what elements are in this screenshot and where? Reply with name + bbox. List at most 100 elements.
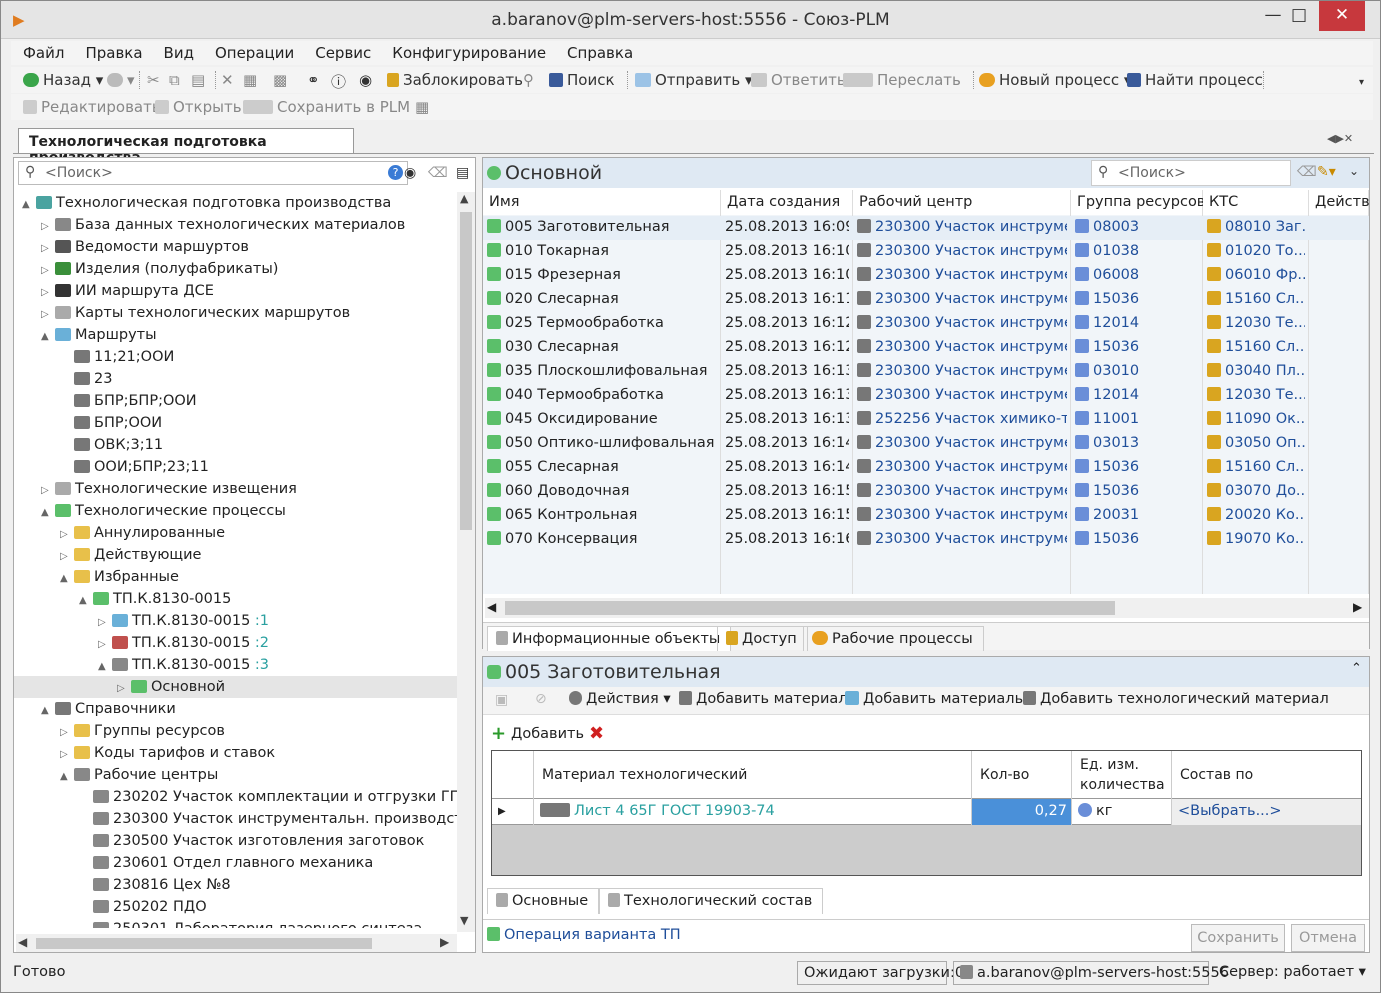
server-status-button[interactable]: Сервер: работает ▾	[1219, 964, 1366, 980]
open-button[interactable]: Открыть	[155, 98, 242, 116]
table-row[interactable]: 035 Плоскошлифовальная 25.08.2013 16:13..…	[483, 360, 1369, 384]
expand-arrow-icon[interactable]: ▲	[41, 700, 55, 722]
tree-node[interactable]: ▲ Избранные	[14, 566, 457, 588]
col-unit[interactable]: Ед. изм. количества	[1072, 751, 1172, 799]
column-header[interactable]: Группа ресурсов	[1071, 190, 1205, 215]
info-icon[interactable]: ⓘ	[331, 71, 346, 92]
tree-node[interactable]: ▷ ИИ маршрута ДСЕ	[14, 280, 457, 302]
tree-search-input[interactable]: ⚲ <Поиск> ?	[18, 161, 408, 185]
delete-icon[interactable]: ✕	[221, 71, 234, 89]
list-view-icon[interactable]: ▤	[456, 165, 469, 181]
pencil-menu-icon[interactable]: ✎▾	[1317, 164, 1336, 180]
add-materials-button[interactable]: Добавить материалы	[845, 691, 1026, 707]
expand-arrow-icon[interactable]: ▷	[60, 524, 74, 546]
col-composition[interactable]: Состав по	[1172, 751, 1361, 799]
tree-node[interactable]: ▷ Основной	[14, 676, 457, 698]
menu-help[interactable]: Справка	[555, 41, 642, 62]
eraser-icon[interactable]: ⌫	[1297, 164, 1317, 180]
tree-node[interactable]: 230601 Отдел главного механика	[14, 852, 457, 874]
expand-arrow-icon[interactable]: ▷	[98, 612, 112, 634]
tree-node[interactable]: 11;21;ООИ	[14, 346, 457, 368]
expand-arrow-icon[interactable]: ▷	[41, 260, 55, 282]
tree-node[interactable]: ▲ Технологические процессы	[14, 500, 457, 522]
tab-workflows[interactable]: Рабочие процессы	[803, 626, 984, 651]
tree-node[interactable]: ▷ Действующие	[14, 544, 457, 566]
paste-icon[interactable]: ▤	[191, 71, 205, 89]
composition-cell[interactable]: <Выбрать...>	[1172, 799, 1361, 825]
unit-cell[interactable]: кг	[1072, 799, 1172, 825]
tree-node[interactable]: ▲ Справочники	[14, 698, 457, 720]
export-icon[interactable]: ▦	[415, 98, 429, 116]
tab-tech-composition[interactable]: Технологический состав	[599, 888, 824, 914]
tree-node[interactable]: 230202 Участок комплектации и отгрузки Г…	[14, 786, 457, 808]
column-header[interactable]: Действу	[1309, 190, 1369, 215]
save-icon[interactable]: ▣	[495, 692, 508, 708]
tree-node[interactable]: ООИ;БПР;23;11	[14, 456, 457, 478]
tree-node[interactable]: ▷ Карты технологических маршрутов	[14, 302, 457, 324]
tree-node[interactable]: ОВК;3;11	[14, 434, 457, 456]
find-process-button[interactable]: Найти процесс	[1127, 71, 1263, 89]
binoculars-icon[interactable]: ◉	[404, 165, 416, 181]
tab-main[interactable]: Основные	[487, 888, 600, 914]
eraser-icon[interactable]: ⌫	[428, 165, 448, 181]
expand-arrow-icon[interactable]: ▲	[22, 194, 36, 216]
expand-arrow-icon[interactable]: ▲	[60, 568, 74, 590]
tree-node[interactable]: ▷ База данных технологических материалов	[14, 214, 457, 236]
tree-node[interactable]: ▷ Коды тарифов и ставок	[14, 742, 457, 764]
expand-arrow-icon[interactable]: ▲	[98, 656, 112, 678]
col-material[interactable]: Материал технологический	[534, 751, 972, 799]
forward-nav-button[interactable]: ▾	[107, 71, 135, 89]
collapse-up-icon[interactable]: ⌃	[1351, 661, 1362, 676]
menu-service[interactable]: Сервис	[303, 41, 380, 62]
grid-horizontal-scrollbar[interactable]: ◀ ▶	[485, 598, 1369, 618]
column-header[interactable]: КТС	[1203, 190, 1309, 215]
menu-file[interactable]: Файл	[11, 41, 73, 62]
menu-edit[interactable]: Правка	[73, 41, 151, 62]
close-button[interactable]: ✕	[1319, 1, 1365, 31]
expand-arrow-icon[interactable]: ▲	[60, 766, 74, 788]
tree-vertical-scrollbar[interactable]: ▲ ▼	[457, 192, 475, 932]
expand-arrow-icon[interactable]: ▷	[60, 722, 74, 744]
menu-view[interactable]: Вид	[152, 41, 203, 62]
tree-node[interactable]: 230300 Участок инструментальн. производс…	[14, 808, 457, 830]
table-row[interactable]: 060 Доводочная 25.08.2013 16:15... 230300 …	[483, 480, 1369, 504]
reply-button[interactable]: Ответить	[751, 71, 846, 89]
save-button[interactable]: Сохранить	[1191, 924, 1285, 952]
help-icon[interactable]: ?	[388, 165, 403, 180]
delete-icon[interactable]: ✖	[589, 723, 604, 744]
table-row[interactable]: 065 Контрольная 25.08.2013 16:15... 230300…	[483, 504, 1369, 528]
tree-node[interactable]: ▲ Технологическая подготовка производства	[14, 192, 457, 214]
back-button[interactable]: Назад ▾	[23, 71, 103, 89]
column-header[interactable]: Дата создания	[721, 190, 853, 215]
cancel-icon[interactable]: ⊘	[535, 691, 547, 707]
actions-button[interactable]: Действия ▾	[569, 691, 671, 707]
new-process-button[interactable]: Новый процесс ▾	[979, 71, 1131, 89]
search-button[interactable]: Поиск	[549, 71, 615, 89]
expand-arrow-icon[interactable]: ▲	[79, 590, 93, 612]
expand-arrow-icon[interactable]: ▷	[117, 678, 131, 700]
table-row[interactable]: 005 Заготовительная 25.08.2013 16:09... 23…	[483, 216, 1369, 240]
table-row[interactable]: 040 Термообработка 25.08.2013 16:13... 230…	[483, 384, 1369, 408]
table-row[interactable]: 070 Консервация 25.08.2013 16:16... 230300…	[483, 528, 1369, 552]
expand-arrow-icon[interactable]: ▷	[41, 216, 55, 238]
add-material-button[interactable]: Добавить материал	[679, 691, 848, 707]
edit-button[interactable]: Редактировать	[23, 98, 161, 116]
tab-info-objects[interactable]: Информационные объекты	[487, 626, 732, 651]
table-row[interactable]: 055 Слесарная 25.08.2013 16:14... 230300 У…	[483, 456, 1369, 480]
tree-node[interactable]: 230816 Цех №8	[14, 874, 457, 896]
send-button[interactable]: Отправить ▾	[635, 71, 753, 89]
tree-node[interactable]: ▷ ТП.К.8130-0015 :1	[14, 610, 457, 632]
history-icon[interactable]: ▩	[273, 71, 287, 89]
tree-node[interactable]: ▲ Маршруты	[14, 324, 457, 346]
expand-arrow-icon[interactable]: ▲	[41, 502, 55, 524]
expand-arrow-icon[interactable]: ▷	[41, 238, 55, 260]
tab-scroll-arrows-icon[interactable]: ◀▶✕	[1327, 132, 1353, 145]
grid-search-input[interactable]: ⚲ <Поиск>	[1091, 160, 1291, 186]
maximize-button[interactable]: □	[1277, 1, 1321, 31]
qty-cell[interactable]: 0,27	[972, 799, 1072, 825]
tree-node[interactable]: ▷ Технологические извещения	[14, 478, 457, 500]
collapse-icon[interactable]: ⌄	[1349, 164, 1359, 178]
table-row[interactable]: ▶ Лист 4 65Г ГОСТ 19903-74 0,27 кг <Выбр…	[492, 799, 1361, 825]
table-row[interactable]: 020 Слесарная 25.08.2013 16:11... 230300 У…	[483, 288, 1369, 312]
tree-node[interactable]: ▲ ТП.К.8130-0015 :3	[14, 654, 457, 676]
